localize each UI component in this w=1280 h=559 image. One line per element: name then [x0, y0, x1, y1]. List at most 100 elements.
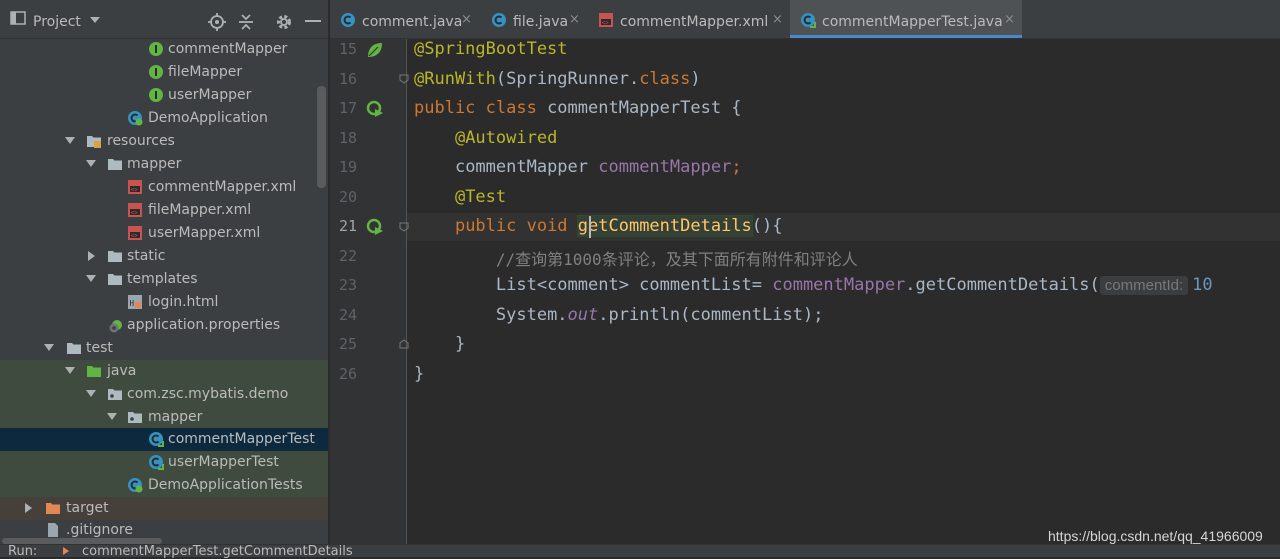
field-name: commentMapper [598, 157, 732, 177]
code-line-21[interactable]: public void getCommentDetails(){ [414, 215, 783, 237]
code-line-25[interactable]: } [414, 334, 465, 354]
code-line-15[interactable]: @SpringBootTest [414, 39, 568, 59]
tree-item-test[interactable]: test [0, 337, 328, 360]
spring-leaf-icon[interactable] [366, 41, 384, 59]
tree-item-usermappertest[interactable]: userMapperTest [0, 451, 328, 474]
editor-gutter[interactable]: 15 16 17 18 19 20 21 22 23 24 25 26 [330, 39, 409, 544]
tree-item-demoapplication[interactable]: DemoApplication [0, 107, 328, 130]
fold-marker-icon[interactable] [399, 222, 409, 232]
tree-item-demoapplicationtests[interactable]: DemoApplicationTests [0, 474, 328, 497]
code-editor[interactable]: 15 16 17 18 19 20 21 22 23 24 25 26 @Spr… [330, 39, 1280, 544]
tree-item-commentmapper[interactable]: commentMapper [0, 38, 328, 61]
code-token: ; [731, 157, 742, 177]
tree-item-application-properties[interactable]: application.properties [0, 314, 328, 337]
tab-comment-java[interactable]: comment.java × [330, 0, 480, 38]
locate-file-icon[interactable] [208, 13, 226, 31]
run-test-icon[interactable] [366, 100, 384, 118]
interface-icon [149, 65, 163, 79]
chevron-right-icon[interactable] [88, 251, 95, 261]
tree-item-resources[interactable]: resources [0, 130, 328, 153]
tree-item-label: DemoApplicationTests [148, 477, 303, 493]
xml-file-icon: <> [128, 180, 142, 194]
tree-item-static[interactable]: static [0, 245, 328, 268]
tree-item-label: .gitignore [66, 522, 133, 538]
tree-item-usermapper-xml[interactable]: <> userMapper.xml [0, 222, 328, 245]
tree-item-label: com.zsc.mybatis.demo [127, 386, 289, 402]
collapse-all-icon[interactable] [238, 13, 254, 31]
run-label: Run: [8, 544, 38, 559]
line-number: 20 [338, 188, 357, 206]
xml-file-icon: <> [599, 13, 613, 27]
tab-file-java[interactable]: file.java × [480, 0, 586, 38]
tree-item-login-html[interactable]: H login.html [0, 291, 328, 314]
tab-commentmappertest-java[interactable]: commentMapperTest.java × [790, 0, 1022, 38]
chevron-down-icon[interactable] [90, 16, 100, 24]
minimize-icon[interactable] [305, 20, 321, 23]
tree-item-label: commentMapper [168, 41, 288, 57]
tree-item-label: target [66, 500, 109, 516]
chevron-right-icon[interactable] [25, 503, 32, 513]
code-token: ) [690, 69, 701, 89]
chevron-down-icon[interactable] [44, 344, 54, 351]
fold-marker-icon[interactable] [399, 74, 409, 84]
code-line-22[interactable]: //查询第1000条评论，及其下面所有附件和评论人 [414, 246, 858, 270]
tab-label: commentMapperTest.java [822, 14, 1003, 30]
close-icon[interactable]: × [772, 12, 783, 27]
chevron-down-icon[interactable] [86, 390, 96, 397]
text-caret [589, 216, 591, 238]
test-class-icon [801, 13, 816, 28]
code-line-16[interactable]: @RunWith(SpringRunner.class) [414, 69, 701, 89]
code-line-20[interactable]: @Test [414, 187, 506, 207]
tree-item-label: userMapper [168, 87, 252, 103]
tree-item-filemapper[interactable]: fileMapper [0, 61, 328, 84]
code-line-19[interactable]: commentMapper commentMapper; [414, 157, 742, 177]
vertical-scrollbar[interactable] [317, 86, 326, 188]
code-line-17[interactable]: public class commentMapperTest { [414, 98, 742, 118]
code-token: (SpringRunner. [495, 69, 640, 89]
run-test-icon[interactable] [366, 218, 384, 236]
close-icon[interactable]: × [461, 12, 472, 27]
close-icon[interactable]: × [569, 12, 580, 27]
tree-item-target[interactable]: target [0, 497, 328, 520]
tree-item-commentmapper-xml[interactable]: <> commentMapper.xml [0, 176, 328, 199]
project-view-selector[interactable]: Project [33, 14, 81, 30]
fold-marker-icon[interactable] [399, 339, 409, 349]
code-line-23[interactable]: List<comment> commentList= commentMapper… [414, 275, 1213, 295]
code-line-24[interactable]: System.out.println(commentList); [414, 305, 824, 325]
html-file-icon: H [128, 295, 142, 309]
close-icon[interactable]: × [1004, 12, 1015, 27]
tree-item-java[interactable]: java [0, 360, 328, 383]
xml-file-icon: <> [128, 203, 142, 217]
tree-item-filemapper-xml[interactable]: <> fileMapper.xml [0, 199, 328, 222]
tree-item-label: static [127, 248, 166, 264]
tree-item-package-mapper[interactable]: mapper [0, 406, 328, 429]
tree-item-label: commentMapper.xml [148, 179, 297, 195]
tree-item-usermapper[interactable]: userMapper [0, 84, 328, 107]
code-token: (){ [751, 216, 783, 236]
tab-label: comment.java [362, 14, 463, 30]
chevron-down-icon[interactable] [65, 367, 75, 374]
chevron-down-icon[interactable] [65, 137, 75, 144]
tree-item-label: application.properties [127, 317, 281, 333]
svg-text:<>: <> [602, 20, 610, 27]
tab-label: file.java [513, 14, 569, 30]
run-config-tab[interactable]: commentMapperTest.getCommentDetails [82, 544, 353, 559]
spring-boot-class-icon [128, 111, 143, 126]
tree-item-templates[interactable]: templates [0, 268, 328, 291]
gear-icon[interactable] [275, 13, 293, 31]
project-window-icon[interactable] [10, 10, 26, 26]
tree-item-package-demo[interactable]: com.zsc.mybatis.demo [0, 383, 328, 406]
tree-item-label: java [107, 363, 137, 379]
tree-item-mapper-folder[interactable]: mapper [0, 153, 328, 176]
code-line-18[interactable]: @Autowired [414, 128, 557, 148]
code-line-26[interactable]: } [414, 364, 424, 384]
folder-icon [108, 274, 122, 285]
tab-commentmapper-xml[interactable]: <> commentMapper.xml × [586, 0, 790, 38]
svg-text:<>: <> [131, 233, 139, 240]
tree-item-label: mapper [148, 409, 203, 425]
chevron-down-icon[interactable] [86, 275, 96, 282]
chevron-down-icon[interactable] [86, 160, 96, 167]
line-number: 18 [338, 129, 357, 147]
chevron-down-icon[interactable] [107, 413, 117, 420]
tree-item-commentmappertest[interactable]: commentMapperTest [0, 428, 328, 451]
